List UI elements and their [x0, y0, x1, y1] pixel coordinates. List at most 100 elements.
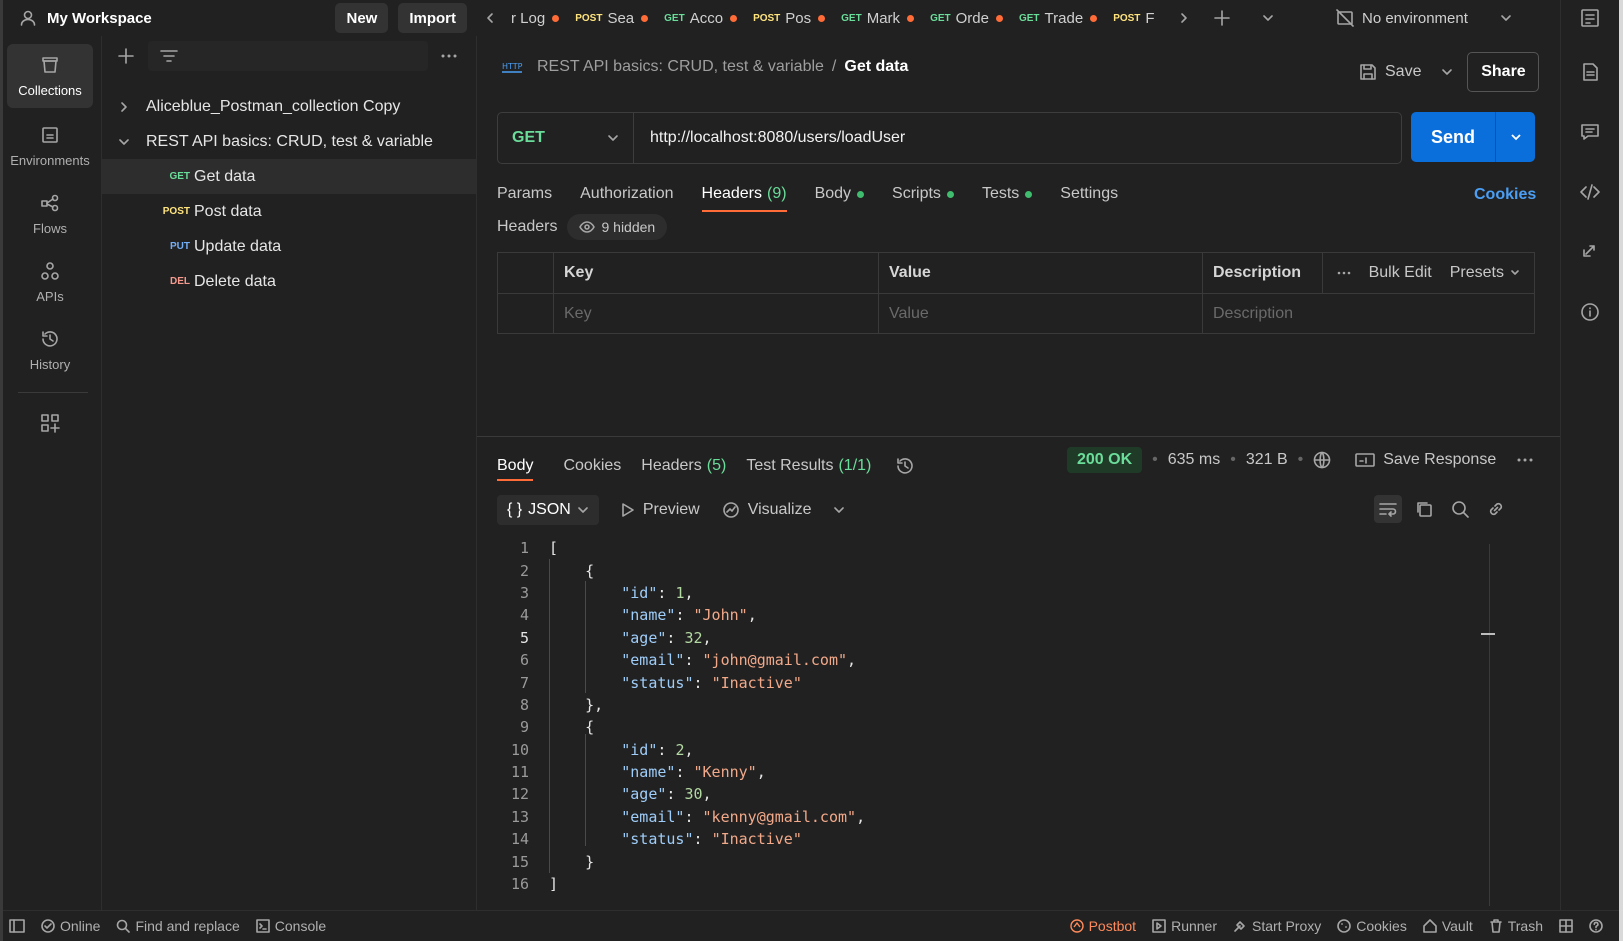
- find-replace-button[interactable]: Find and replace: [116, 918, 240, 934]
- format-select[interactable]: { } JSON: [497, 495, 599, 525]
- chevron-down-icon[interactable]: [102, 137, 146, 147]
- response-history-icon[interactable]: [881, 451, 925, 481]
- visualize-icon: [722, 501, 740, 519]
- sidebar-search-input[interactable]: [148, 41, 428, 71]
- url-bar: GET http://localhost:8080/users/loadUser: [497, 112, 1402, 164]
- preview-button[interactable]: Preview: [621, 501, 700, 519]
- chevron-right-icon[interactable]: [102, 101, 146, 113]
- layout-icon[interactable]: [1559, 919, 1573, 933]
- request-tab[interactable]: GET Mark: [833, 0, 922, 36]
- send-button[interactable]: Send: [1411, 112, 1535, 162]
- request-tab[interactable]: GET Acco: [656, 0, 745, 36]
- tabs-scroll-left-icon[interactable]: [477, 0, 503, 36]
- postbot-button[interactable]: Postbot: [1069, 918, 1136, 934]
- send-options-chevron-icon[interactable]: [1496, 131, 1535, 143]
- trash-button[interactable]: Trash: [1489, 918, 1543, 934]
- environment-selector[interactable]: No environment: [1336, 0, 1512, 36]
- help-icon[interactable]: [1589, 919, 1603, 933]
- request-tab[interactable]: r Log: [503, 0, 567, 36]
- import-button[interactable]: Import: [398, 3, 467, 33]
- request-tab[interactable]: GET Orde: [922, 0, 1011, 36]
- globe-icon[interactable]: [1313, 451, 1331, 469]
- collection-item[interactable]: Aliceblue_Postman_collection Copy: [102, 89, 476, 124]
- tab-body[interactable]: Body: [801, 176, 878, 212]
- request-tab[interactable]: POST F: [1105, 0, 1162, 36]
- method-select[interactable]: GET: [498, 113, 634, 163]
- request-item-update-data[interactable]: PUT Update data: [102, 229, 476, 264]
- online-status[interactable]: Online: [41, 918, 100, 934]
- url-input[interactable]: http://localhost:8080/users/loadUser: [634, 129, 905, 147]
- request-item-get-data[interactable]: GET Get data: [102, 159, 476, 194]
- tab-authorization[interactable]: Authorization: [566, 176, 687, 212]
- documentation-icon[interactable]: [1580, 62, 1600, 82]
- vault-button[interactable]: Vault: [1423, 918, 1473, 934]
- team-activity-icon[interactable]: [1580, 8, 1600, 28]
- save-options-chevron-icon[interactable]: [1441, 66, 1453, 78]
- tabs-overflow-chevron-icon[interactable]: [1245, 0, 1291, 36]
- cookies-link[interactable]: Cookies: [1474, 186, 1536, 204]
- visualize-chevron-down-icon[interactable]: [833, 504, 845, 516]
- more-options-icon[interactable]: [440, 53, 458, 59]
- tab-tests[interactable]: Tests: [968, 176, 1046, 212]
- rail-flows[interactable]: Flows: [7, 182, 93, 246]
- response-time[interactable]: 635 ms: [1168, 451, 1220, 469]
- copy-icon[interactable]: [1410, 495, 1438, 523]
- hidden-headers-toggle[interactable]: 9 hidden: [567, 214, 668, 240]
- response-size[interactable]: 321 B: [1246, 451, 1288, 469]
- add-collection-plus-icon[interactable]: [112, 48, 140, 64]
- console-button[interactable]: Console: [255, 918, 326, 934]
- save-response-button[interactable]: Save Response: [1355, 451, 1496, 469]
- editor-scrollbar[interactable]: [1489, 544, 1490, 906]
- request-item-delete-data[interactable]: DEL Delete data: [102, 264, 476, 299]
- runner-button[interactable]: Runner: [1152, 918, 1217, 934]
- visualize-button[interactable]: Visualize: [722, 501, 811, 519]
- description-input[interactable]: Description: [1202, 294, 1534, 333]
- cookies-button[interactable]: Cookies: [1337, 918, 1407, 934]
- breadcrumb-request[interactable]: Get data: [844, 58, 908, 76]
- collection-item[interactable]: REST API basics: CRUD, test & variable: [102, 124, 476, 159]
- save-button[interactable]: Save: [1359, 63, 1421, 81]
- more-options-icon[interactable]: [1516, 457, 1534, 463]
- info-icon[interactable]: [1580, 302, 1600, 322]
- code-snippet-icon[interactable]: [1580, 182, 1600, 202]
- tab-headers[interactable]: Headers (9): [688, 176, 801, 212]
- status-badge[interactable]: 200 OK: [1067, 447, 1143, 473]
- more-options-icon[interactable]: [1337, 271, 1351, 275]
- key-input[interactable]: Key: [553, 294, 878, 333]
- request-tab[interactable]: GET Trade: [1011, 0, 1105, 36]
- tab-params[interactable]: Params: [497, 176, 566, 212]
- link-icon[interactable]: [1482, 495, 1510, 523]
- rail-apis[interactable]: APIs: [7, 250, 93, 314]
- comments-icon[interactable]: [1580, 122, 1600, 142]
- workspace-name[interactable]: My Workspace: [47, 10, 335, 27]
- new-tab-plus-icon[interactable]: [1199, 0, 1245, 36]
- wrap-lines-icon[interactable]: [1374, 495, 1402, 523]
- response-tab-headers[interactable]: Headers (5): [631, 451, 736, 481]
- response-tab-cookies[interactable]: Cookies: [543, 451, 631, 481]
- response-tab-test-results[interactable]: Test Results (1/1): [736, 451, 881, 481]
- request-tab[interactable]: POST Pos: [745, 0, 833, 36]
- user-icon[interactable]: [19, 9, 37, 27]
- presets-dropdown[interactable]: Presets: [1450, 264, 1520, 282]
- code-text: "email": "kenny@gmail.com",: [621, 807, 866, 826]
- tabs-scroll-right-icon[interactable]: [1169, 0, 1199, 36]
- rail-collections[interactable]: Collections: [7, 44, 93, 108]
- bulk-edit-button[interactable]: Bulk Edit: [1369, 264, 1432, 282]
- rail-configure-workbench[interactable]: [7, 393, 93, 453]
- search-icon[interactable]: [1446, 495, 1474, 523]
- toggle-sidebar-icon[interactable]: [9, 919, 25, 933]
- request-item-post-data[interactable]: POST Post data: [102, 194, 476, 229]
- rail-history[interactable]: History: [7, 318, 93, 382]
- response-body-editor[interactable]: 1[2 {3 "id": 1, 4 "name": "John", 5 "age":…: [477, 537, 1492, 897]
- new-button[interactable]: New: [335, 3, 389, 33]
- value-input[interactable]: Value: [878, 294, 1202, 333]
- response-tab-body[interactable]: Body: [497, 451, 543, 481]
- related-collections-icon[interactable]: [1580, 240, 1600, 260]
- tab-settings[interactable]: Settings: [1046, 176, 1132, 212]
- rail-environments[interactable]: Environments: [7, 114, 93, 178]
- breadcrumb-collection[interactable]: REST API basics: CRUD, test & variable: [537, 58, 824, 76]
- share-button[interactable]: Share: [1467, 52, 1540, 92]
- request-tab[interactable]: POST Sea: [567, 0, 656, 36]
- tab-scripts[interactable]: Scripts: [878, 176, 968, 212]
- start-proxy-button[interactable]: Start Proxy: [1233, 918, 1321, 934]
